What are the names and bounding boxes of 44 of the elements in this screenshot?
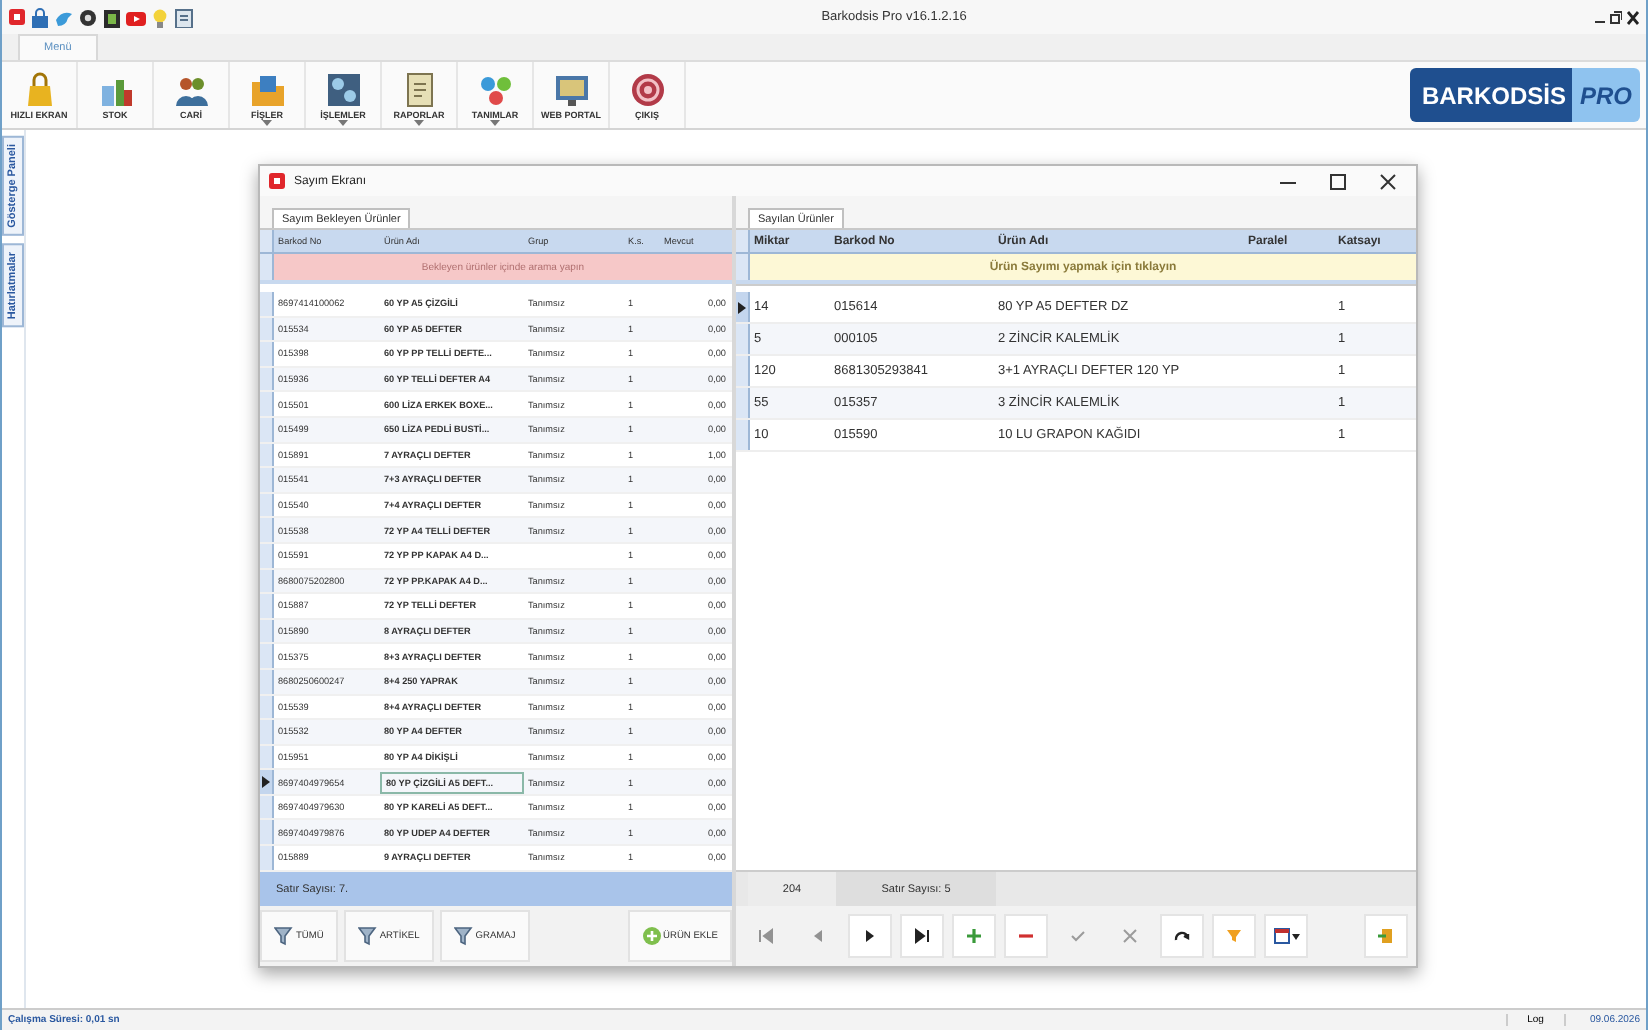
plus-icon — [966, 928, 982, 944]
folder-icon — [249, 71, 285, 107]
next-icon — [862, 928, 878, 944]
funnel-icon — [453, 926, 474, 946]
lock-icon[interactable] — [30, 7, 50, 27]
toolbar-button[interactable] — [900, 914, 944, 958]
play-icon[interactable] — [126, 7, 146, 27]
bulb-icon[interactable] — [150, 7, 170, 27]
monitor-icon — [553, 71, 589, 107]
document-icon[interactable] — [174, 7, 194, 27]
toolbar-button[interactable] — [848, 914, 892, 958]
check-icon — [1070, 928, 1086, 944]
plus-icon — [641, 926, 662, 946]
exit-door-icon — [1378, 928, 1394, 944]
funnel-icon — [274, 926, 294, 946]
caret-icon — [490, 120, 500, 126]
skip-last-icon — [914, 928, 930, 944]
app-icon — [268, 172, 286, 190]
close-icon[interactable] — [1380, 173, 1396, 189]
caret-icon — [262, 120, 272, 126]
logo: BARKODSİS PRO — [1409, 68, 1640, 122]
caret-icon — [338, 120, 348, 126]
curved-arrow-icon — [1174, 928, 1190, 944]
current-row-icon — [738, 301, 746, 313]
restore-icon[interactable] — [1610, 9, 1622, 25]
caret-icon — [414, 120, 424, 126]
film-icon[interactable] — [102, 7, 122, 27]
maximize-icon[interactable] — [1330, 173, 1346, 189]
toolbar-button[interactable] — [1264, 914, 1308, 958]
app-icon[interactable] — [8, 8, 26, 26]
cross-icon — [1122, 928, 1138, 944]
skip-first-icon — [758, 928, 774, 944]
close-icon[interactable] — [1626, 9, 1640, 25]
funnel-icon — [357, 926, 378, 946]
minus-icon — [1018, 928, 1034, 944]
power-icon — [629, 71, 665, 107]
gear-icon[interactable] — [78, 7, 98, 27]
document-icon — [401, 71, 437, 107]
layout-icon — [1273, 928, 1289, 944]
current-row-icon — [262, 776, 270, 789]
toolbar-button[interactable] — [1160, 914, 1204, 958]
caret-icon — [1291, 933, 1299, 939]
funnel-icon — [1226, 928, 1242, 944]
previous-icon — [810, 928, 826, 944]
